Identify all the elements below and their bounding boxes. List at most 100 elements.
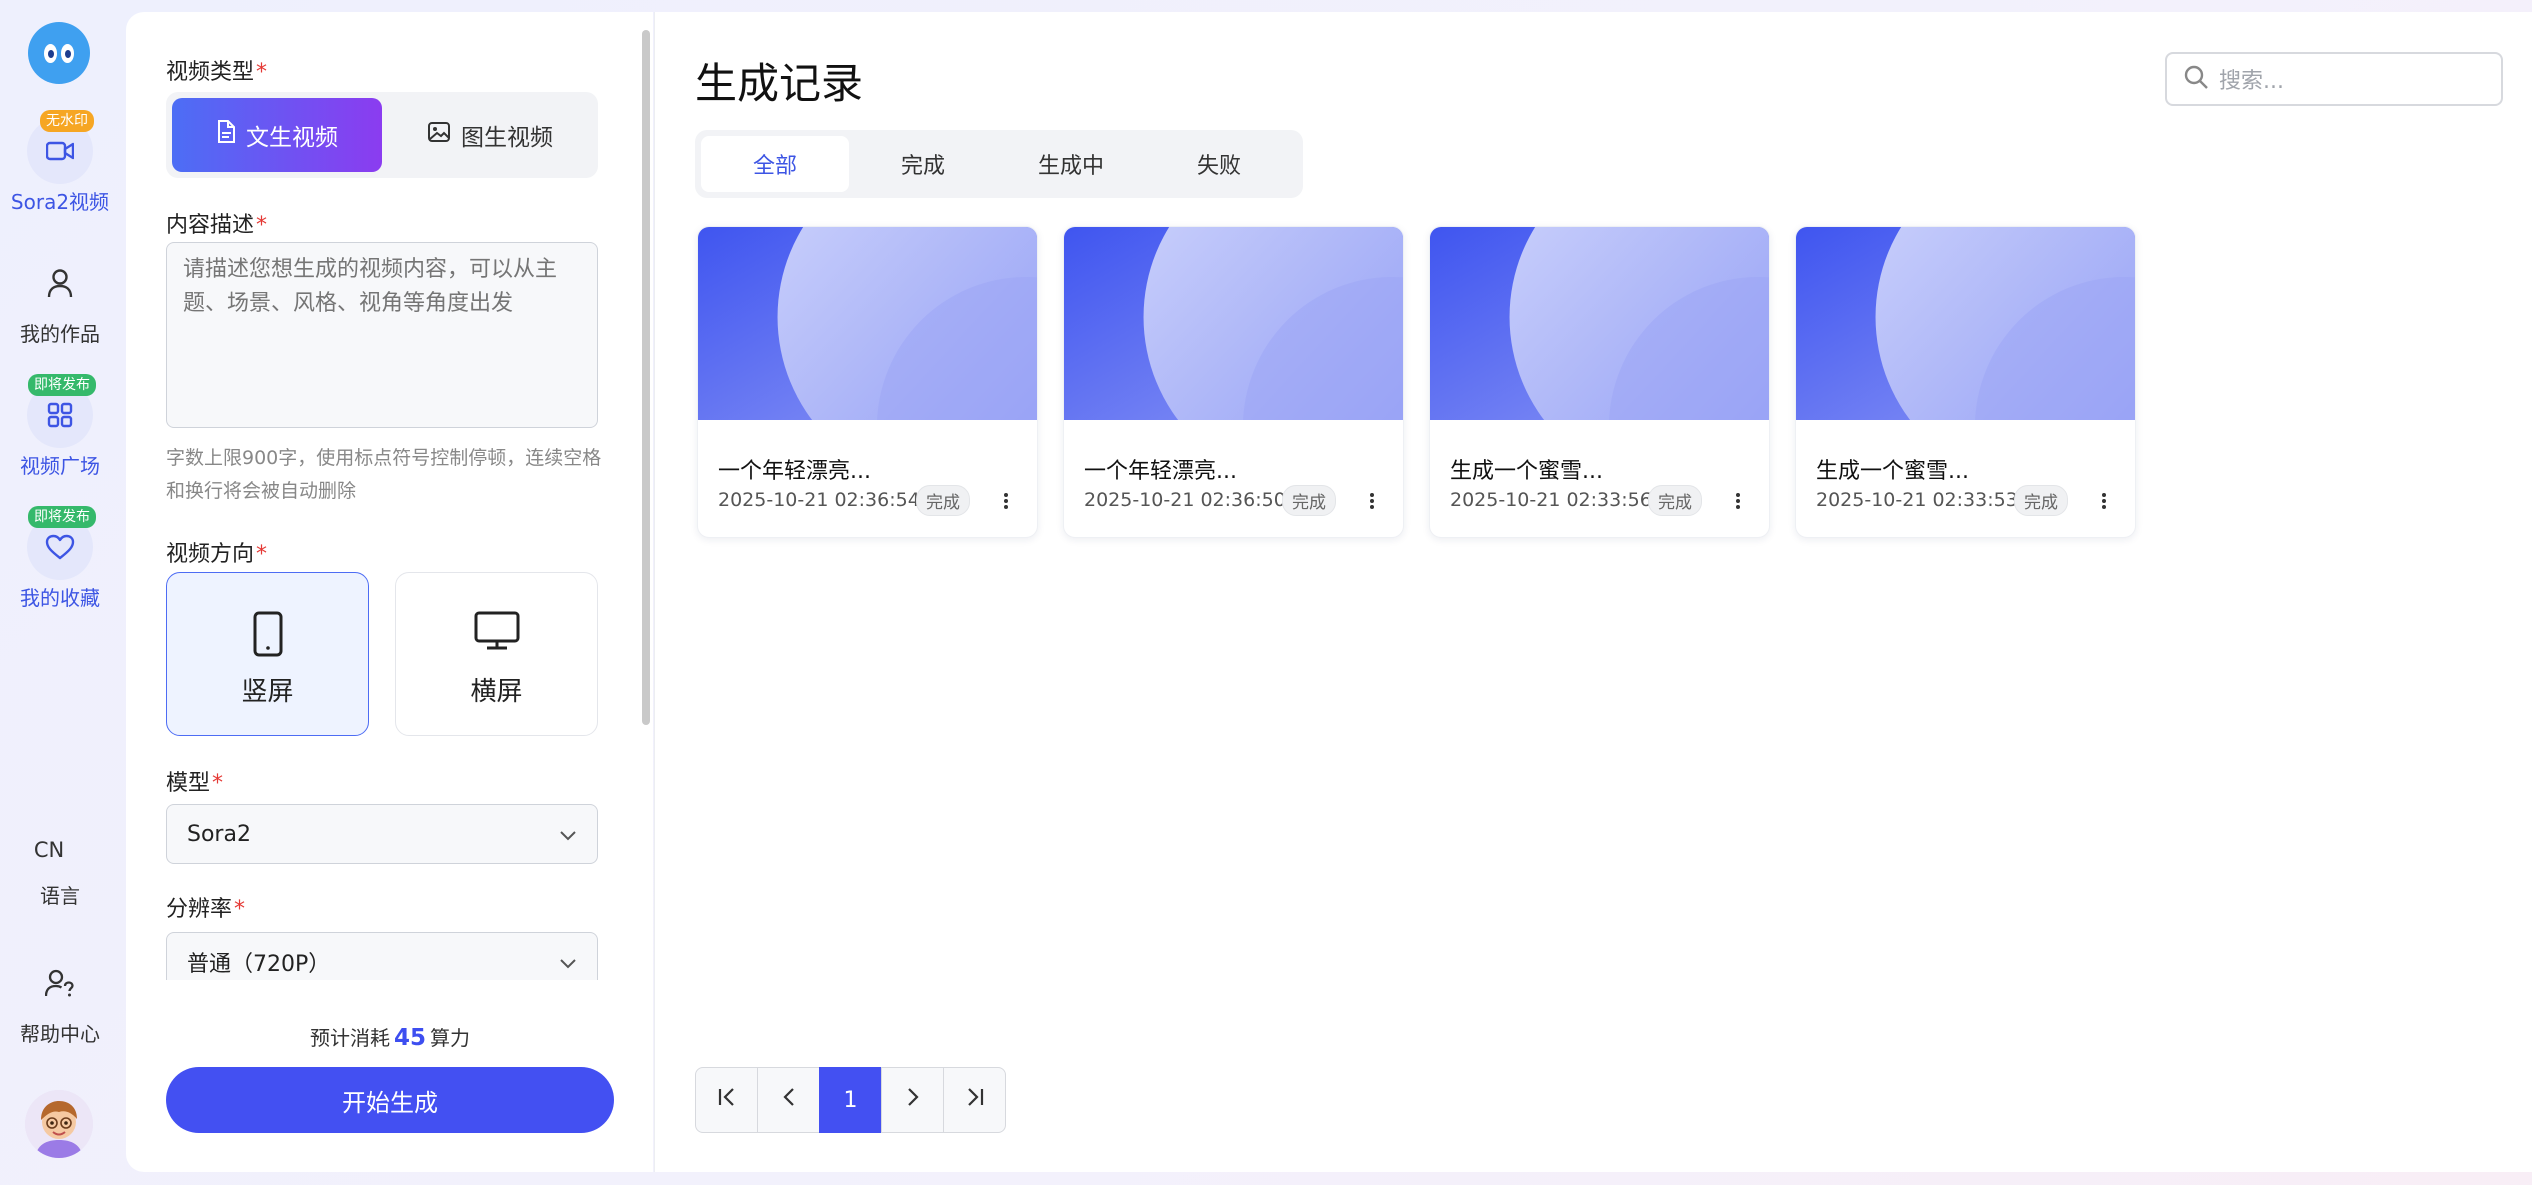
generation-form-panel: 视频类型* 文生视频 图生视频 内容描述* 字数上限900字，使用标点符号控制停… xyxy=(126,12,653,1172)
more-vertical-icon[interactable] xyxy=(2094,489,2114,513)
first-page-button[interactable] xyxy=(695,1067,758,1133)
nav-item-sora2-video[interactable]: 无水印 Sora2视频 xyxy=(0,110,120,215)
nav-item-video-plaza[interactable]: 即将发布 视频广场 xyxy=(0,374,120,479)
nav-label: 我的作品 xyxy=(20,322,100,346)
record-card[interactable]: 一个年轻漂亮... 2025-10-21 02:36:54 完成 xyxy=(697,226,1038,538)
video-thumbnail xyxy=(1064,227,1403,537)
nav-label: 帮助中心 xyxy=(20,1022,100,1046)
video-thumbnail xyxy=(1796,227,2135,537)
text-to-video-label: 文生视频 xyxy=(246,125,338,151)
record-title: 生成一个蜜雪... xyxy=(1450,459,1603,484)
more-vertical-icon[interactable] xyxy=(1362,489,1382,513)
cost-value: 45 xyxy=(393,1025,426,1051)
orientation-portrait-label: 竖屏 xyxy=(241,677,294,707)
monitor-icon xyxy=(396,611,597,661)
status-badge: 完成 xyxy=(916,485,970,516)
image-to-video-label: 图生视频 xyxy=(461,125,553,151)
next-page-button[interactable] xyxy=(881,1067,944,1133)
cost-prefix: 预计消耗 xyxy=(309,1026,390,1050)
record-card[interactable]: 生成一个蜜雪... 2025-10-21 02:33:56 完成 xyxy=(1429,226,1770,538)
nav-item-help-center[interactable]: 帮助中心 xyxy=(0,950,120,1047)
record-card[interactable]: 生成一个蜜雪... 2025-10-21 02:33:53 完成 xyxy=(1795,226,2136,538)
left-rail: 无水印 Sora2视频 我的作品 即将发布 视频广场 即将发布 我的收藏 CN … xyxy=(0,0,125,1185)
nav-tag-no-watermark: 无水印 xyxy=(40,110,94,132)
model-label: 模型* xyxy=(166,765,223,797)
chevron-down-icon xyxy=(559,822,577,847)
record-date: 2025-10-21 02:36:50 xyxy=(1084,489,1286,511)
orientation-portrait-option[interactable]: 竖屏 xyxy=(166,572,369,736)
nav-item-my-works[interactable]: 我的作品 xyxy=(0,250,120,347)
form-scroll-clip: 普通（720P） xyxy=(126,932,641,980)
model-select-value: Sora2 xyxy=(187,821,251,847)
model-label-text: 模型 xyxy=(166,771,211,796)
tab-generating[interactable]: 生成中 xyxy=(997,136,1145,192)
video-thumbnail xyxy=(698,227,1037,537)
start-generate-button[interactable]: 开始生成 xyxy=(166,1067,614,1133)
last-page-icon xyxy=(964,1086,986,1114)
user-avatar[interactable] xyxy=(25,1090,93,1158)
tab-completed[interactable]: 完成 xyxy=(849,136,997,192)
nav-tag-coming-soon: 即将发布 xyxy=(28,374,96,396)
nav-label: 我的收藏 xyxy=(20,586,100,610)
nav-item-language[interactable]: 语言 xyxy=(0,878,120,909)
status-badge: 完成 xyxy=(1648,485,1702,516)
logo-eye-right xyxy=(61,43,74,63)
next-page-icon xyxy=(902,1086,924,1114)
document-icon xyxy=(216,120,236,150)
search-icon xyxy=(2183,64,2209,94)
phone-icon xyxy=(167,611,368,661)
nav-label: Sora2视频 xyxy=(10,190,110,214)
required-mark: * xyxy=(256,213,268,238)
last-page-button[interactable] xyxy=(943,1067,1006,1133)
tab-all[interactable]: 全部 xyxy=(701,136,849,192)
record-title: 生成一个蜜雪... xyxy=(1816,459,1969,484)
page-title: 生成记录 xyxy=(695,59,864,108)
estimated-cost: 预计消耗 45 算力 xyxy=(166,1022,614,1051)
nav-label: 视频广场 xyxy=(20,454,100,478)
tab-failed[interactable]: 失败 xyxy=(1145,136,1293,192)
generation-records-area: 生成记录 搜索... 全部 完成 生成中 失败 一个年轻漂亮... 2025-1… xyxy=(654,12,2532,1172)
app-logo[interactable] xyxy=(28,22,90,84)
video-type-label: 视频类型* xyxy=(166,54,267,86)
record-card[interactable]: 一个年轻漂亮... 2025-10-21 02:36:50 完成 xyxy=(1063,226,1404,538)
chevron-down-icon xyxy=(559,950,577,975)
first-page-icon xyxy=(716,1086,738,1114)
record-date: 2025-10-21 02:33:56 xyxy=(1450,489,1652,511)
orientation-landscape-option[interactable]: 横屏 xyxy=(395,572,598,736)
resolution-label-text: 分辨率 xyxy=(166,897,233,922)
page-number-button[interactable]: 1 xyxy=(819,1067,882,1133)
resolution-select-value: 普通（720P） xyxy=(187,952,331,977)
cost-suffix: 算力 xyxy=(430,1026,470,1050)
required-mark: * xyxy=(256,542,268,567)
resolution-select[interactable]: 普通（720P） xyxy=(166,932,598,980)
search-box[interactable]: 搜索... xyxy=(2165,52,2503,106)
more-vertical-icon[interactable] xyxy=(1728,489,1748,513)
image-icon xyxy=(427,121,451,149)
record-title: 一个年轻漂亮... xyxy=(1084,459,1237,484)
required-mark: * xyxy=(256,60,268,85)
more-vertical-icon[interactable] xyxy=(996,489,1016,513)
logo-eye-left xyxy=(44,43,57,63)
language-code[interactable]: CN xyxy=(0,838,98,862)
content-description-input[interactable] xyxy=(166,242,598,428)
status-badge: 完成 xyxy=(1282,485,1336,516)
content-description-label-text: 内容描述 xyxy=(166,213,255,238)
orientation-label-text: 视频方向 xyxy=(166,542,255,567)
model-select[interactable]: Sora2 xyxy=(166,804,598,864)
prev-page-button[interactable] xyxy=(757,1067,820,1133)
record-title: 一个年轻漂亮... xyxy=(718,459,871,484)
image-to-video-option[interactable]: 图生视频 xyxy=(388,98,592,172)
search-input[interactable]: 搜索... xyxy=(2219,63,2284,95)
orientation-landscape-label: 横屏 xyxy=(470,677,523,707)
record-date: 2025-10-21 02:33:53 xyxy=(1816,489,2018,511)
video-type-label-text: 视频类型 xyxy=(166,60,255,85)
video-type-switch: 文生视频 图生视频 xyxy=(166,92,598,178)
prev-page-icon xyxy=(778,1086,800,1114)
form-scrollbar-thumb[interactable] xyxy=(642,30,650,725)
nav-item-favorites[interactable]: 即将发布 我的收藏 xyxy=(0,506,120,611)
record-date: 2025-10-21 02:36:54 xyxy=(718,489,920,511)
text-to-video-option[interactable]: 文生视频 xyxy=(172,98,382,172)
video-thumbnail xyxy=(1430,227,1769,537)
nav-tag-coming-soon: 即将发布 xyxy=(28,506,96,528)
pagination: 1 xyxy=(695,1067,1006,1133)
